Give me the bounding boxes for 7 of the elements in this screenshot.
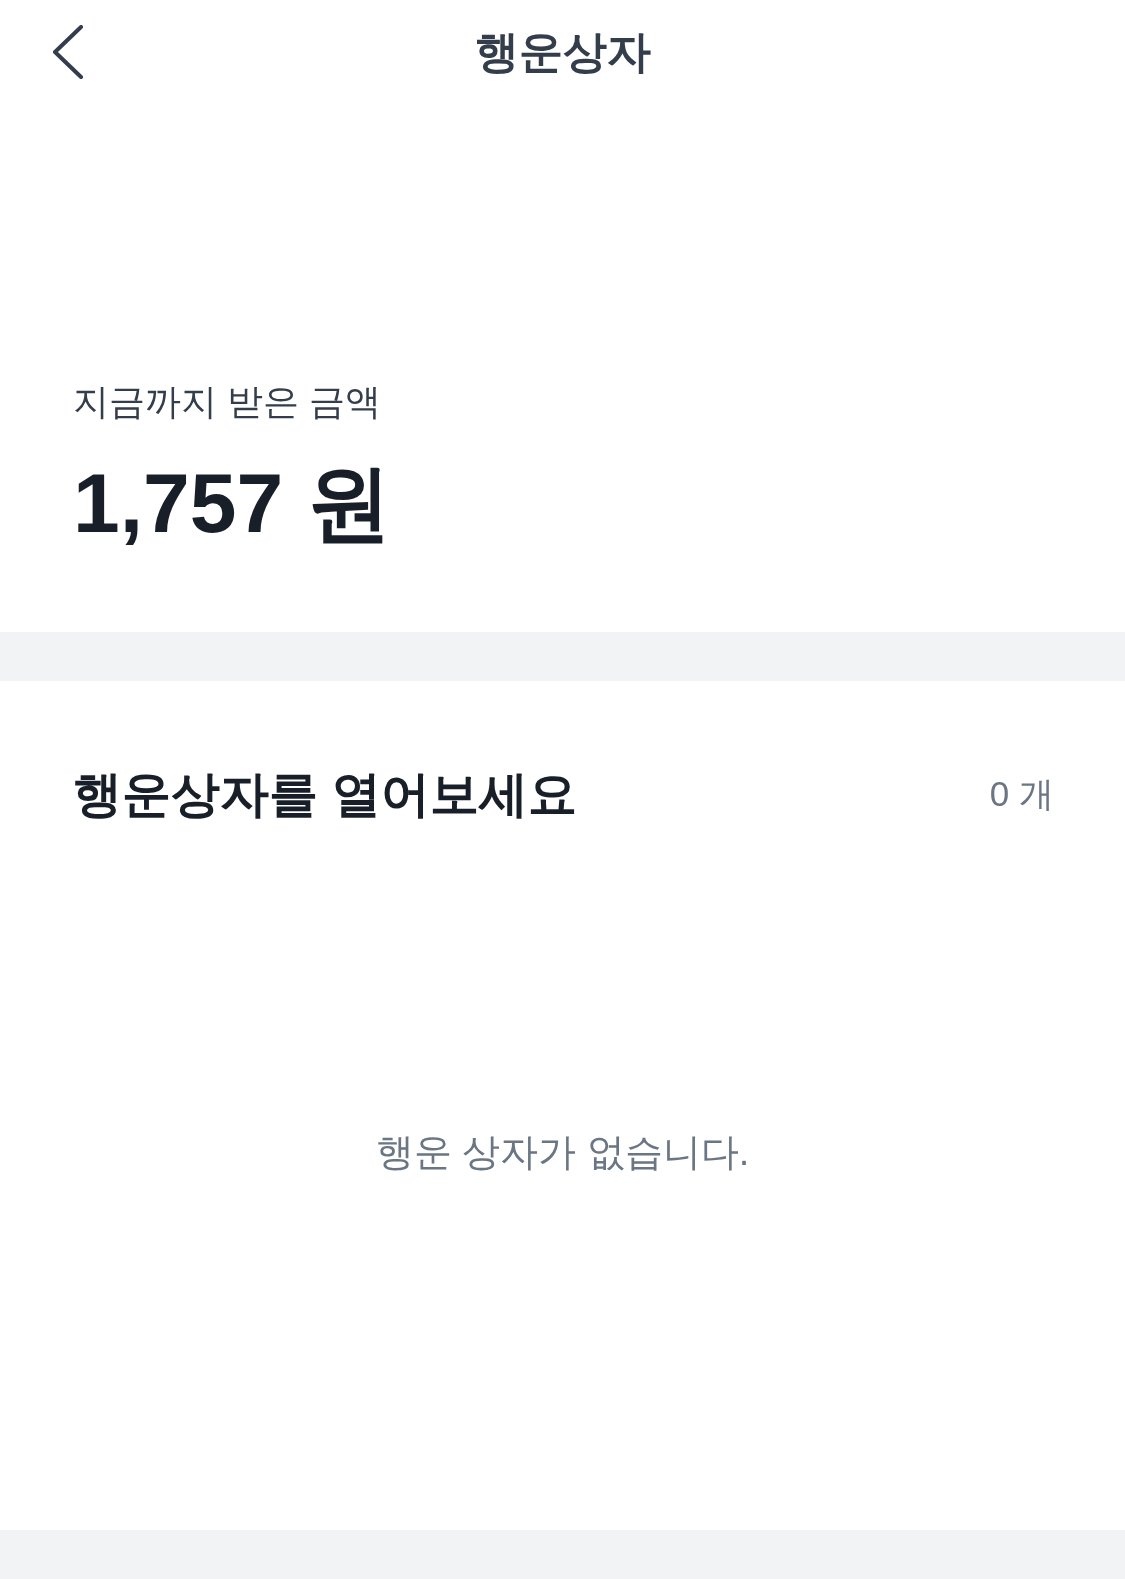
empty-state-message: 행운 상자가 없습니다.	[375, 1129, 750, 1175]
section-heading: 행운상자를 열어보세요	[73, 766, 577, 823]
total-amount: 1,757 원	[73, 455, 391, 553]
box-count: 0 개	[989, 773, 1054, 816]
back-icon[interactable]	[52, 25, 84, 79]
page-title: 행운상자	[474, 25, 651, 78]
total-received-label: 지금까지 받은 금액	[73, 380, 381, 424]
